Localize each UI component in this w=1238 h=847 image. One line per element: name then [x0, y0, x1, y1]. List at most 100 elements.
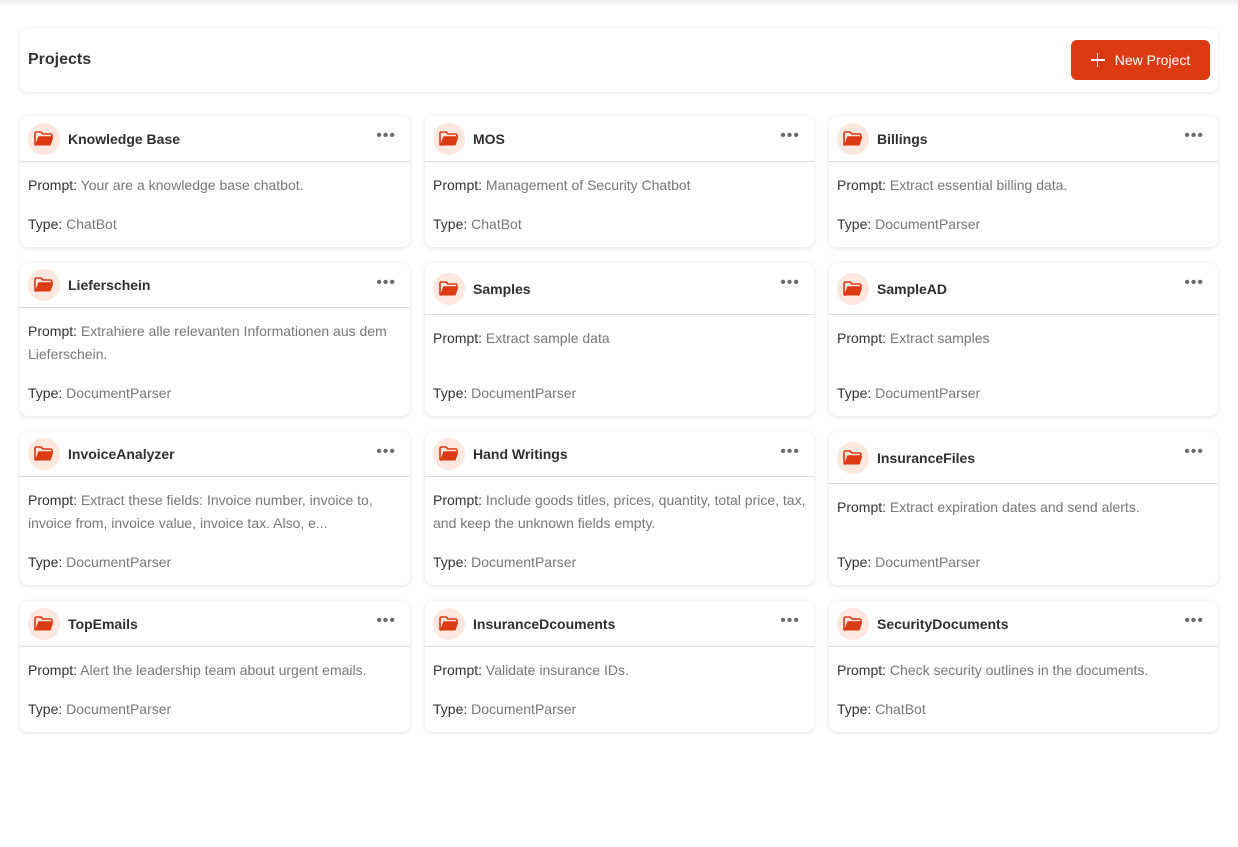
type-line: Type: DocumentParser	[433, 382, 806, 405]
prompt-value: Your are a knowledge base chatbot.	[80, 177, 304, 193]
card-body: Prompt: Include goods titles, prices, qu…	[425, 477, 814, 585]
card-header: Samples •••	[425, 263, 814, 315]
more-options-icon[interactable]: •••	[780, 128, 800, 144]
project-card[interactable]: InvoiceAnalyzer ••• Prompt: Extract these …	[20, 432, 410, 585]
type-line: Type: DocumentParser	[837, 213, 1210, 236]
more-options-icon[interactable]: •••	[376, 128, 396, 144]
project-card[interactable]: Lieferschein ••• Prompt: Extrahiere alle r…	[20, 263, 410, 416]
project-card[interactable]: Samples ••• Prompt: Extract sample data Typ…	[425, 263, 814, 416]
type-label: Type:	[433, 701, 468, 717]
folder-icon	[28, 269, 60, 301]
project-name[interactable]: Knowledge Base	[68, 131, 180, 147]
project-name[interactable]: Billings	[877, 131, 928, 147]
type-value: DocumentParser	[66, 385, 172, 401]
type-label: Type:	[28, 701, 63, 717]
more-options-icon[interactable]: •••	[376, 275, 396, 291]
prompt-line: Prompt: Extract these fields: Invoice nu…	[28, 489, 402, 535]
project-name[interactable]: Hand Writings	[473, 446, 568, 462]
folder-icon	[433, 272, 465, 305]
card-body: Prompt: Management of Security Chatbot Ty…	[425, 162, 814, 247]
type-line: Type: DocumentParser	[28, 698, 402, 721]
prompt-value: Check security outlines in the documents…	[889, 662, 1149, 678]
project-card[interactable]: Hand Writings ••• Prompt: Include goods ti…	[425, 432, 814, 585]
more-options-icon[interactable]: •••	[1184, 128, 1204, 144]
project-card[interactable]: InsuranceFiles ••• Prompt: Extract expirat…	[829, 432, 1218, 585]
card-header: InsuranceFiles •••	[829, 432, 1218, 484]
type-value: DocumentParser	[471, 554, 577, 570]
more-options-icon[interactable]: •••	[780, 275, 800, 291]
project-card[interactable]: SecurityDocuments ••• Prompt: Check securi…	[829, 601, 1218, 732]
more-options-icon[interactable]: •••	[1184, 613, 1204, 629]
prompt-line: Prompt: Extract essential billing data.	[837, 174, 1210, 197]
card-body: Prompt: Extract expiration dates and sen…	[829, 484, 1218, 585]
new-project-label: New Project	[1114, 52, 1191, 68]
folder-icon	[837, 607, 869, 640]
project-name[interactable]: SampleAD	[877, 281, 947, 297]
more-options-icon[interactable]: •••	[376, 444, 396, 460]
prompt-value: Extract essential billing data.	[889, 177, 1068, 193]
new-project-button[interactable]: New Project	[1071, 40, 1210, 80]
prompt-label: Prompt:	[28, 492, 78, 508]
prompt-label: Prompt:	[837, 330, 887, 346]
prompt-label: Prompt:	[28, 177, 78, 193]
project-card[interactable]: SampleAD ••• Prompt: Extract samples Type: …	[829, 263, 1218, 416]
card-header: SecurityDocuments •••	[829, 601, 1218, 647]
project-card[interactable]: MOS ••• Prompt: Management of Security Cha…	[425, 116, 814, 247]
prompt-line: Prompt: Extract samples	[837, 327, 1210, 350]
plus-icon	[1090, 53, 1105, 67]
more-options-icon[interactable]: •••	[376, 613, 396, 629]
type-line: Type: ChatBot	[28, 213, 402, 236]
card-body: Prompt: Extract essential billing data. T…	[829, 162, 1218, 247]
more-options-icon[interactable]: •••	[1184, 444, 1204, 460]
project-name[interactable]: SecurityDocuments	[877, 616, 1008, 632]
prompt-value: Include goods titles, prices, quantity, …	[433, 492, 806, 531]
card-header: TopEmails •••	[20, 601, 410, 647]
project-card[interactable]: Knowledge Base ••• Prompt: Your are a know…	[20, 116, 410, 247]
type-label: Type:	[28, 554, 63, 570]
prompt-line: Prompt: Extract sample data	[433, 327, 806, 350]
type-line: Type: DocumentParser	[837, 382, 1210, 405]
prompt-label: Prompt:	[837, 177, 887, 193]
more-options-icon[interactable]: •••	[780, 613, 800, 629]
folder-icon	[28, 607, 60, 640]
project-grid: Knowledge Base ••• Prompt: Your are a know…	[20, 116, 1218, 748]
prompt-value: Validate insurance IDs.	[485, 662, 629, 678]
project-name[interactable]: InsuranceFiles	[877, 450, 975, 466]
project-card[interactable]: InsuranceDcouments ••• Prompt: Validate in…	[425, 601, 814, 732]
project-card[interactable]: TopEmails ••• Prompt: Alert the leadership…	[20, 601, 410, 732]
type-line: Type: DocumentParser	[28, 551, 402, 574]
type-value: DocumentParser	[66, 701, 172, 717]
card-body: Prompt: Extract samples Type: DocumentPar…	[829, 315, 1218, 416]
prompt-value: Management of Security Chatbot	[485, 177, 691, 193]
project-name[interactable]: MOS	[473, 131, 505, 147]
folder-icon	[433, 122, 465, 155]
project-name[interactable]: TopEmails	[68, 616, 138, 632]
project-name[interactable]: Lieferschein	[68, 277, 150, 293]
type-value: DocumentParser	[875, 385, 981, 401]
prompt-line: Prompt: Extrahiere alle relevanten Infor…	[28, 320, 402, 366]
prompt-label: Prompt:	[837, 499, 887, 515]
type-value: DocumentParser	[875, 554, 981, 570]
folder-icon	[433, 438, 465, 470]
more-options-icon[interactable]: •••	[780, 444, 800, 460]
project-name[interactable]: InsuranceDcouments	[473, 616, 615, 632]
card-header: Hand Writings •••	[425, 432, 814, 477]
type-line: Type: DocumentParser	[28, 382, 402, 405]
project-name[interactable]: InvoiceAnalyzer	[68, 446, 175, 462]
project-name[interactable]: Samples	[473, 281, 531, 297]
type-label: Type:	[28, 216, 63, 232]
folder-icon	[433, 607, 465, 640]
prompt-value: Extract samples	[889, 330, 990, 346]
type-label: Type:	[837, 554, 872, 570]
top-bar-shadow	[0, 0, 1238, 6]
type-label: Type:	[837, 216, 872, 232]
card-body: Prompt: Alert the leadership team about …	[20, 647, 410, 732]
card-header: InsuranceDcouments •••	[425, 601, 814, 647]
folder-icon	[28, 122, 60, 155]
prompt-label: Prompt:	[837, 662, 887, 678]
type-line: Type: DocumentParser	[837, 551, 1210, 574]
more-options-icon[interactable]: •••	[1184, 275, 1204, 291]
prompt-line: Prompt: Include goods titles, prices, qu…	[433, 489, 806, 535]
type-line: Type: DocumentParser	[433, 698, 806, 721]
project-card[interactable]: Billings ••• Prompt: Extract essential bil…	[829, 116, 1218, 247]
